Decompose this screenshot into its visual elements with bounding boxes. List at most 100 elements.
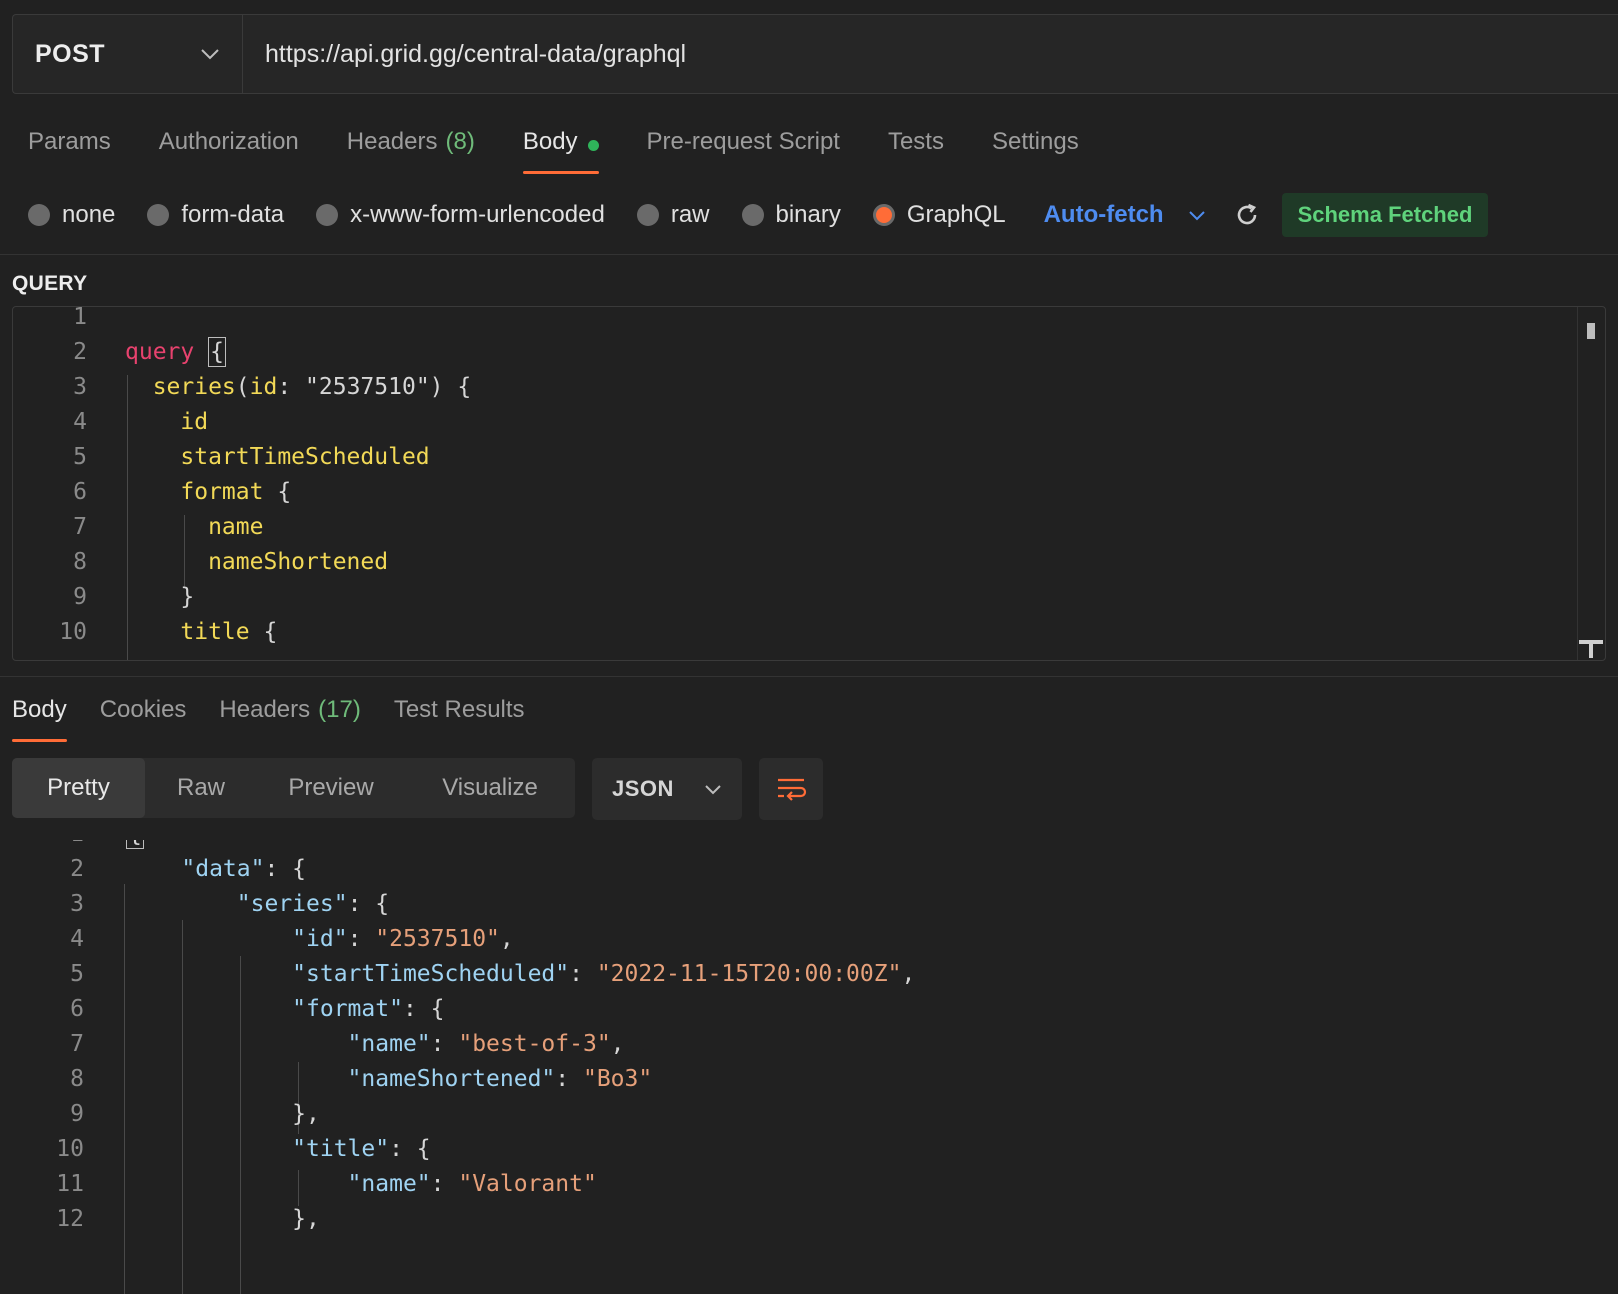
code-token: ,	[901, 961, 916, 987]
body-type-selector: none form-data x-www-form-urlencoded raw…	[28, 190, 1489, 240]
code-text: },	[126, 1101, 320, 1127]
code-token: :	[347, 926, 376, 952]
chevron-down-icon[interactable]	[1188, 210, 1206, 221]
query-editor[interactable]: 1 2 query {3 series(id: "2537510") {4 id 5 …	[12, 306, 1606, 661]
code-token: "format"	[126, 996, 403, 1022]
radio-button[interactable]	[636, 204, 659, 226]
tab-cookies[interactable]: Cookies	[100, 688, 187, 742]
method-select[interactable]: POST	[13, 15, 243, 93]
scrollbar[interactable]	[1577, 307, 1605, 660]
tab-tests[interactable]: Tests	[888, 118, 944, 174]
view-preview-button[interactable]: Preview	[257, 758, 405, 818]
line-number: 4	[70, 926, 84, 952]
tab-test-results[interactable]: Test Results	[394, 688, 525, 742]
code-text: id	[125, 409, 208, 435]
divider	[0, 676, 1618, 677]
code-token: : {	[402, 996, 445, 1022]
code-text: name	[125, 514, 263, 540]
body-type-urlencoded[interactable]: x-www-form-urlencoded	[316, 201, 605, 229]
request-url-bar: POST https://api.grid.gg/central-data/gr…	[12, 14, 1618, 94]
view-pretty-button[interactable]: Pretty	[12, 758, 145, 818]
code-token: (	[235, 374, 250, 400]
code-token: :	[569, 961, 597, 987]
line-number: 8	[73, 549, 87, 575]
scrollbar-thumb[interactable]	[1587, 323, 1595, 339]
response-format-select[interactable]: JSON	[592, 758, 742, 820]
code-text: "name": "Valorant"	[126, 1171, 597, 1197]
code-token: "best-of-3"	[458, 1031, 611, 1057]
radio-button-selected[interactable]	[872, 204, 895, 226]
tab-pre-request-script[interactable]: Pre-request Script	[647, 118, 840, 174]
body-modified-dot	[587, 140, 599, 151]
code-token: ) {	[429, 374, 472, 400]
code-token: startTimeScheduled	[125, 444, 430, 470]
divider	[0, 254, 1618, 255]
body-type-binary[interactable]: binary	[741, 201, 841, 229]
headers-count: (8)	[445, 128, 475, 155]
autofetch-toggle[interactable]: Auto-fetch	[1044, 201, 1164, 229]
code-token: :	[430, 1171, 459, 1197]
code-text: title {	[125, 619, 277, 645]
wrap-lines-button[interactable]	[759, 758, 823, 820]
code-token: id	[249, 374, 278, 400]
code-text: format {	[125, 479, 291, 505]
method-label: POST	[35, 39, 106, 68]
body-type-form-data[interactable]: form-data	[147, 201, 284, 229]
view-visualize-button[interactable]: Visualize	[405, 758, 575, 818]
code-token: {	[126, 840, 144, 849]
line-number: 3	[73, 374, 87, 400]
refresh-icon[interactable]	[1234, 202, 1260, 228]
radio-button[interactable]	[316, 204, 339, 226]
wrap-lines-icon	[778, 778, 807, 801]
radio-button[interactable]	[741, 204, 764, 226]
tab-body[interactable]: Body	[522, 118, 599, 174]
code-text: "data": {	[126, 856, 306, 882]
url-input[interactable]: https://api.grid.gg/central-data/graphql	[243, 15, 1618, 93]
tab-response-headers[interactable]: Headers (17)	[219, 688, 360, 742]
code-token: },	[126, 1206, 320, 1232]
code-token: "name"	[126, 1031, 431, 1057]
radio-button[interactable]	[147, 204, 170, 226]
line-number: 1	[73, 306, 87, 330]
code-text: startTimeScheduled	[125, 444, 430, 470]
line-number: 5	[73, 444, 87, 470]
line-number: 1	[0, 840, 84, 847]
code-token: :	[555, 1066, 583, 1092]
indent-guide	[124, 884, 125, 1294]
code-token: },	[126, 1101, 320, 1127]
code-token: {	[249, 619, 278, 645]
response-tabs: Body Cookies Headers (17) Test Results	[12, 688, 558, 742]
code-token: id	[125, 409, 209, 435]
tab-authorization[interactable]: Authorization	[159, 118, 299, 174]
body-type-raw[interactable]: raw	[636, 201, 710, 229]
line-number: 8	[70, 1066, 84, 1092]
code-token: series	[125, 374, 236, 400]
code-token: :	[277, 374, 306, 400]
code-token: "name"	[126, 1171, 431, 1197]
tab-settings[interactable]: Settings	[992, 118, 1079, 174]
tab-params[interactable]: Params	[28, 118, 111, 174]
code-token: {	[263, 479, 292, 505]
view-raw-button[interactable]: Raw	[145, 758, 257, 818]
radio-button[interactable]	[28, 204, 50, 226]
line-number: 9	[73, 584, 87, 610]
request-tabs: Params Authorization Headers (8) Body Pre…	[28, 118, 1127, 174]
code-token: "startTimeScheduled"	[126, 961, 570, 987]
schema-status-badge: Schema Fetched	[1281, 193, 1489, 237]
code-text: "id": "2537510",	[126, 926, 514, 952]
line-number: 10	[59, 619, 87, 645]
tab-headers[interactable]: Headers (8)	[347, 118, 475, 174]
code-token: : {	[389, 1136, 431, 1162]
body-type-graphql[interactable]: GraphQL	[872, 201, 1006, 229]
tab-response-body[interactable]: Body	[12, 688, 67, 742]
code-token: "Bo3"	[582, 1066, 653, 1092]
resize-handle-icon[interactable]	[1579, 640, 1603, 658]
code-text: "series": {	[126, 891, 389, 917]
code-token: name	[125, 514, 264, 540]
response-body-viewer[interactable]: 1{2 "data": {3 "series": {4 "id": "25375…	[0, 840, 1618, 1294]
code-text: nameShortened	[125, 549, 388, 575]
body-type-none[interactable]: none	[28, 201, 115, 229]
code-token: ,	[610, 1031, 625, 1057]
code-token: "2022-11-15T20:00:00Z"	[596, 961, 902, 987]
